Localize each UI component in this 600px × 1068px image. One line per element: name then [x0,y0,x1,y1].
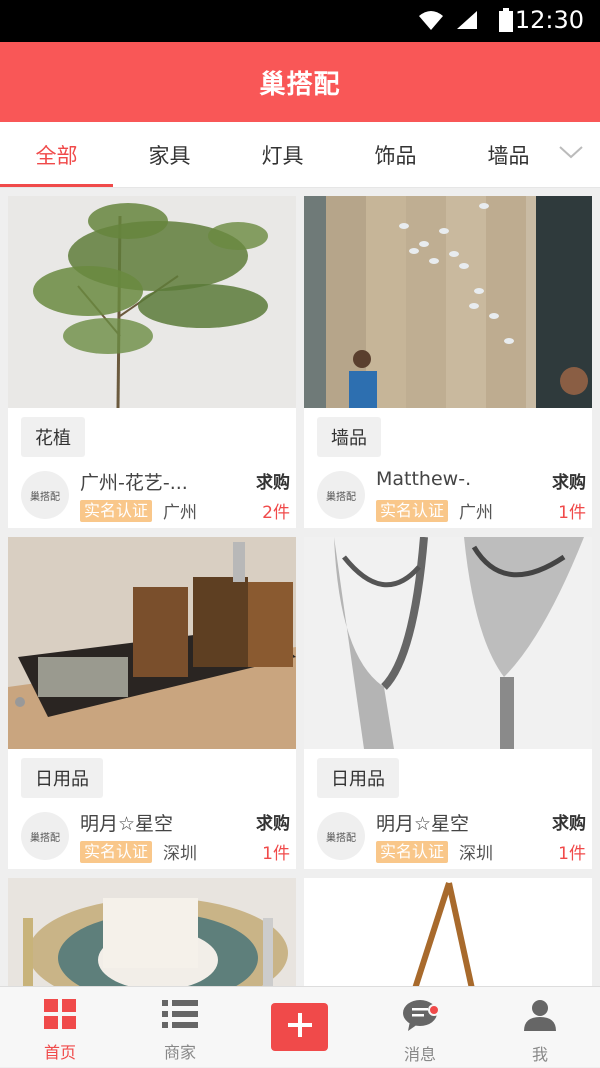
item-count: 2件 [262,503,290,523]
bottom-nav: 首页 商家 消息 我 [0,986,600,1067]
product-image [304,196,592,408]
product-image [304,878,592,986]
seller-city: 深圳 [459,844,493,864]
nav-merchants-label: 商家 [163,1043,196,1062]
tab-wall[interactable]: 墙品 [452,122,565,188]
chevron-down-icon[interactable] [558,142,584,166]
product-card[interactable]: 花植 巢搭配 广州-花艺-... 实名认证 广州 求购 2件 [8,196,296,528]
plus-icon [287,1013,312,1041]
verified-badge: 实名认证 [376,500,449,522]
item-count: 1件 [558,503,586,523]
app-header: 巢搭配 [0,42,600,122]
nav-messages[interactable]: 消息 [360,987,480,1068]
product-grid: 花植 巢搭配 广州-花艺-... 实名认证 广州 求购 2件 墙品 巢搭配 Ma… [8,196,592,986]
product-image [304,537,592,749]
avatar: 巢搭配 [21,471,69,519]
seller-city: 深圳 [163,844,197,864]
add-button[interactable] [271,1003,328,1051]
request-type: 求购 [552,814,586,834]
nav-merchants[interactable]: 商家 [120,987,240,1068]
seller-city: 广州 [163,503,197,523]
seller-name: 明月☆星空 [376,813,470,835]
tab-all[interactable]: 全部 [0,122,113,188]
category-tag: 日用品 [21,758,103,798]
product-image [8,196,296,408]
product-card[interactable] [304,878,592,986]
request-type: 求购 [552,473,586,493]
avatar: 巢搭配 [317,812,365,860]
nav-me[interactable]: 我 [480,987,600,1068]
nav-home[interactable]: 首页 [0,987,120,1068]
battery-icon [499,8,513,36]
product-image [8,537,296,749]
seller-name: Matthew-. [376,468,472,490]
product-card[interactable]: 墙品 巢搭配 Matthew-. 实名认证 广州 求购 1件 [304,196,592,528]
page-title: 巢搭配 [259,69,341,100]
category-tag: 墙品 [317,417,381,457]
seller-name: 广州-花艺-... [80,472,188,494]
verified-badge: 实名认证 [80,500,153,522]
grid-icon [44,999,76,1033]
avatar: 巢搭配 [21,812,69,860]
tab-indicator [0,184,113,187]
seller-city: 广州 [459,503,493,523]
signal-icon [456,10,478,34]
list-icon [162,999,198,1033]
verified-badge: 实名认证 [80,841,153,863]
product-card[interactable]: 日用品 巢搭配 明月☆星空 实名认证 深圳 求购 1件 [8,537,296,869]
verified-badge: 实名认证 [376,841,449,863]
tab-lighting[interactable]: 灯具 [226,122,339,188]
item-count: 1件 [262,844,290,864]
avatar: 巢搭配 [317,471,365,519]
tab-furniture[interactable]: 家具 [113,122,226,188]
product-card[interactable] [8,878,296,986]
seller-name: 明月☆星空 [80,813,174,835]
status-bar: 12:30 [0,0,600,42]
nav-messages-label: 消息 [403,1045,436,1064]
notification-dot [428,1004,440,1016]
nav-me-label: 我 [531,1045,548,1064]
status-time: 12:30 [514,6,584,34]
category-tabs: 全部 家具 灯具 饰品 墙品 [0,122,600,188]
nav-home-label: 首页 [43,1043,76,1062]
item-count: 1件 [558,844,586,864]
request-type: 求购 [256,473,290,493]
tab-decor[interactable]: 饰品 [339,122,452,188]
category-tag: 花植 [21,417,85,457]
product-card[interactable]: 日用品 巢搭配 明月☆星空 实名认证 深圳 求购 1件 [304,537,592,869]
category-tag: 日用品 [317,758,399,798]
user-icon [523,999,557,1035]
wifi-icon [418,9,444,35]
product-image [8,878,296,986]
request-type: 求购 [256,814,290,834]
